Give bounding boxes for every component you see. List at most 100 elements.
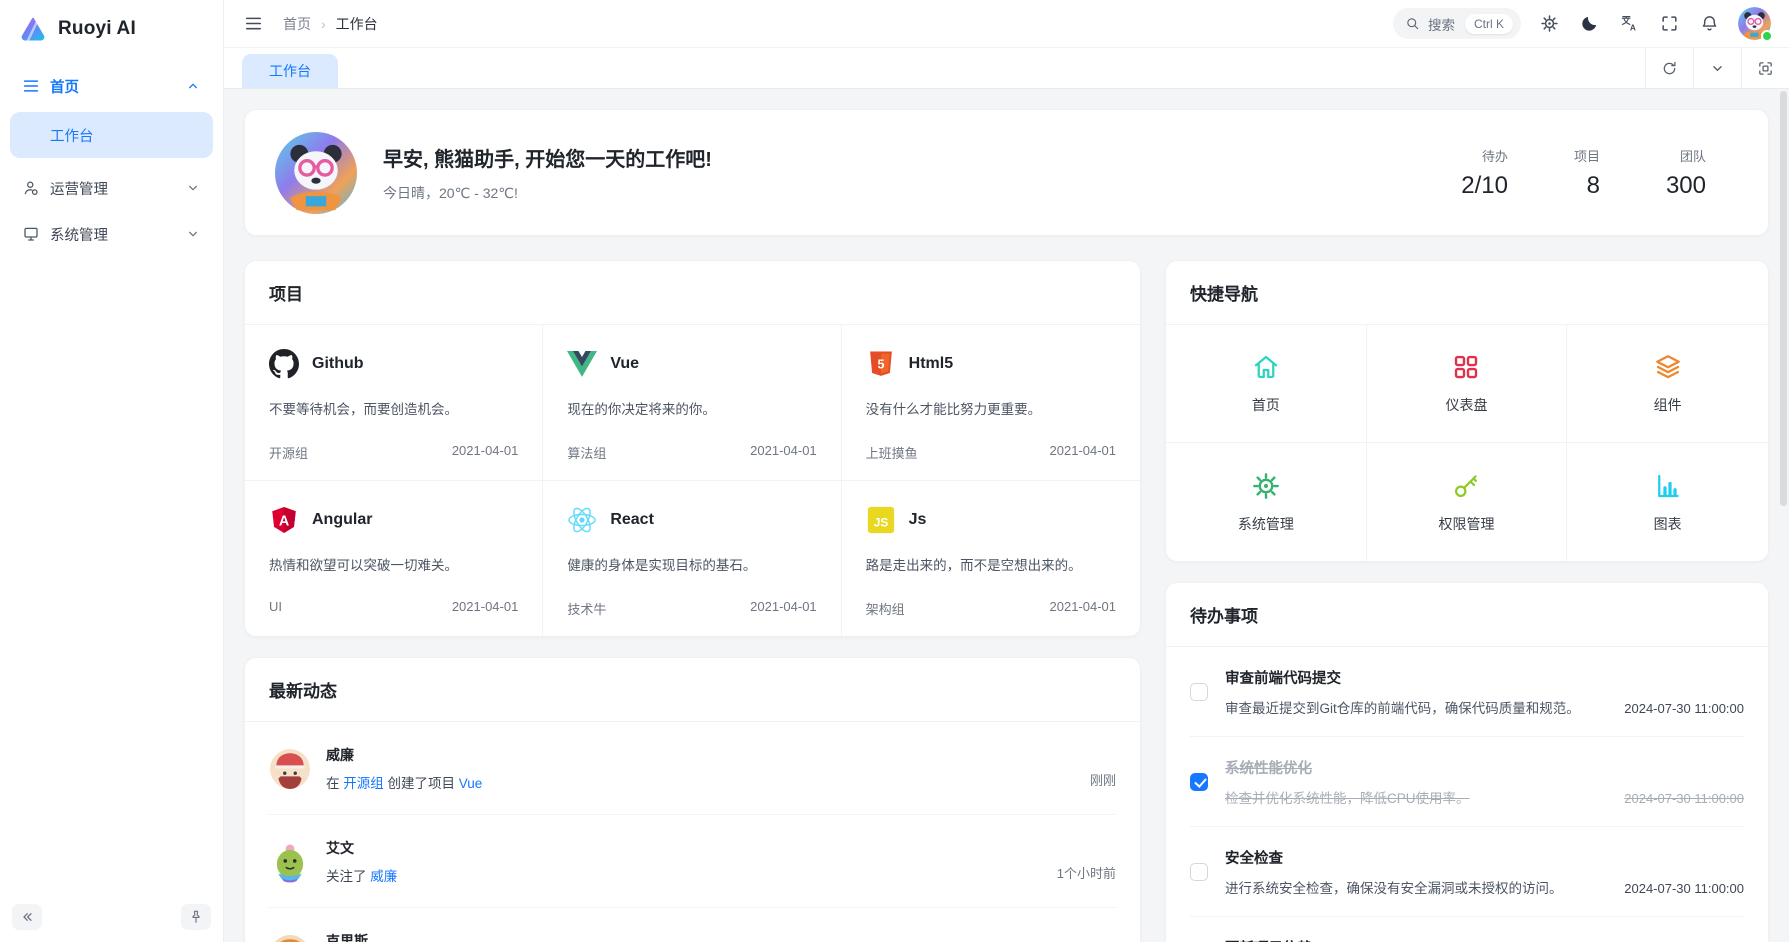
project-head: JSJs — [866, 505, 1116, 535]
todo-title: 更新项目依赖 — [1225, 937, 1744, 942]
todo-description: 进行系统安全检查，确保没有安全漏洞或未授权的访问。 — [1225, 877, 1563, 897]
main-area: 首页›工作台 搜索 Ctrl K 文A 工作台 — [224, 0, 1789, 942]
todo-checkbox[interactable] — [1190, 863, 1208, 881]
project-card-Angular[interactable]: AAngular热情和欲望可以突破一切难关。UI2021-04-01 — [245, 481, 543, 636]
project-card-Html5[interactable]: 5Html5没有什么才能比努力更重要。上班摸鱼2021-04-01 — [842, 325, 1140, 481]
project-card-React[interactable]: React健康的身体是实现目标的基石。技术牛2021-04-01 — [543, 481, 841, 636]
todo-body: 系统性能优化检查并优化系统性能，降低CPU使用率。2024-07-30 11:0… — [1225, 757, 1744, 807]
quicknav-label: 系统管理 — [1238, 514, 1294, 534]
user-icon — [22, 179, 40, 197]
todo-body: 更新项目依赖 — [1225, 937, 1744, 942]
breadcrumb-item-首页[interactable]: 首页 — [283, 14, 311, 34]
activity-link-威廉[interactable]: 威廉 — [370, 869, 397, 884]
project-head: 5 Html5 — [866, 349, 1116, 379]
stat-value: 300 — [1666, 172, 1706, 200]
quicknav-item-系统管理[interactable]: 系统管理 — [1166, 443, 1367, 561]
vue-icon — [567, 349, 597, 379]
activity-row-艾文: 艾文关注了 威廉1个小时前 — [245, 815, 1140, 908]
todo-row-安全检查: 安全检查进行系统安全检查，确保没有安全漏洞或未授权的访问。2024-07-30 … — [1166, 827, 1768, 917]
user-avatar[interactable] — [1738, 7, 1771, 40]
stat-项目: 项目8 — [1574, 146, 1600, 200]
todo-list: 审查前端代码提交审查最近提交到Git仓库的前端代码，确保代码质量和规范。2024… — [1166, 647, 1768, 942]
project-group: 算法组 — [567, 443, 606, 462]
menu-toggle-icon[interactable] — [242, 12, 265, 35]
project-group: 开源组 — [269, 443, 308, 462]
todo-subline: 检查并优化系统性能，降低CPU使用率。2024-07-30 11:00:00 — [1225, 787, 1744, 807]
sidebar-menu: 首页工作台运营管理系统管理 — [10, 64, 213, 256]
activity-link-开源组[interactable]: 开源组 — [343, 776, 384, 791]
todo-card: 待办事项 审查前端代码提交审查最近提交到Git仓库的前端代码，确保代码质量和规范… — [1165, 582, 1769, 942]
collapse-sidebar-button[interactable] — [12, 904, 42, 930]
project-group: UI — [269, 599, 282, 614]
maximize-content-icon[interactable] — [1741, 48, 1789, 88]
activity-link-Vue[interactable]: Vue — [459, 776, 483, 791]
todo-body: 安全检查进行系统安全检查，确保没有安全漏洞或未授权的访问。2024-07-30 … — [1225, 847, 1744, 897]
svg-text:A: A — [1630, 23, 1636, 33]
quicknav-card: 快捷导航 首页仪表盘组件系统管理 权限管理图表 — [1165, 260, 1769, 562]
fullscreen-icon[interactable] — [1658, 12, 1681, 35]
project-date: 2021-04-01 — [1050, 443, 1117, 462]
welcome-card: 早安, 熊猫助手, 开始您一天的工作吧! 今日晴，20℃ - 32℃! 待办2/… — [244, 109, 1769, 236]
project-group: 架构组 — [866, 599, 905, 618]
app-logo[interactable]: Ruoyi AI — [10, 0, 213, 58]
project-card-Vue[interactable]: Vue现在的你决定将来的你。算法组2021-04-01 — [543, 325, 841, 481]
project-card-Github[interactable]: Github不要等待机会，而要创造机会。开源组2021-04-01 — [245, 325, 543, 481]
home-icon — [1251, 352, 1281, 382]
search-input[interactable]: 搜索 Ctrl K — [1393, 8, 1521, 39]
project-description: 路是走出来的，而不是空想出来的。 — [866, 554, 1116, 574]
breadcrumb-item-工作台[interactable]: 工作台 — [336, 14, 378, 34]
chevron-down-icon[interactable] — [1693, 48, 1741, 88]
activity-text: 在 开源组 创建了项目 Vue — [326, 772, 482, 792]
todo-checkbox[interactable] — [1190, 683, 1208, 701]
stat-label: 团队 — [1666, 146, 1706, 165]
refresh-icon[interactable] — [1645, 48, 1693, 88]
sidebar-item-label: 运营管理 — [50, 178, 108, 199]
quicknav-item-首页[interactable]: 首页 — [1166, 325, 1367, 443]
menu-icon — [22, 77, 40, 95]
search-shortcut-badge: Ctrl K — [1465, 14, 1513, 34]
sidebar-item-label: 首页 — [50, 76, 79, 97]
todo-checkbox-checked[interactable] — [1190, 773, 1208, 791]
activity-row-克里斯: 克里斯发布了 个人动态1天前 — [245, 908, 1140, 942]
tab-workbench[interactable]: 工作台 — [242, 54, 338, 88]
settings-icon[interactable] — [1538, 12, 1561, 35]
project-name: Html5 — [909, 355, 953, 373]
avatar-william-icon — [269, 748, 311, 790]
activity-time: 刚刚 — [1090, 770, 1116, 792]
sidebar-item-运营管理[interactable]: 运营管理 — [10, 166, 213, 210]
search-placeholder: 搜索 — [1428, 14, 1455, 34]
quicknav-item-组件[interactable]: 组件 — [1567, 325, 1768, 443]
notification-bell-icon[interactable] — [1698, 12, 1721, 35]
project-head: React — [567, 505, 816, 535]
html5-icon: 5 — [866, 349, 896, 379]
sidebar-subitem-label: 工作台 — [50, 125, 94, 146]
chevron-down-icon — [185, 226, 201, 242]
sidebar-subitem-工作台[interactable]: 工作台 — [10, 112, 213, 158]
scrollbar-thumb[interactable] — [1780, 91, 1787, 506]
project-name: Angular — [312, 511, 372, 529]
layers-icon — [1653, 352, 1683, 382]
project-name: Js — [909, 511, 927, 529]
project-description: 热情和欲望可以突破一切难关。 — [269, 554, 518, 574]
quicknav-item-仪表盘[interactable]: 仪表盘 — [1367, 325, 1568, 443]
quicknav-item-图表[interactable]: 图表 — [1567, 443, 1768, 561]
sidebar-item-首页[interactable]: 首页 — [10, 64, 213, 108]
project-card-Js[interactable]: JSJs路是走出来的，而不是空想出来的。架构组2021-04-01 — [842, 481, 1140, 636]
todo-time: 2024-07-30 11:00:00 — [1624, 791, 1744, 806]
quicknav-item-权限管理[interactable]: 权限管理 — [1367, 443, 1568, 561]
greeting-title: 早安, 熊猫助手, 开始您一天的工作吧! — [383, 143, 712, 172]
topbar-actions: 搜索 Ctrl K 文A — [1393, 7, 1771, 40]
dark-mode-moon-icon[interactable] — [1578, 12, 1601, 35]
language-translate-icon[interactable]: 文A — [1618, 12, 1641, 35]
project-date: 2021-04-01 — [750, 599, 817, 618]
app-window: Ruoyi AI 首页工作台运营管理系统管理 首页›工作台 搜索 Ctrl K … — [0, 0, 1789, 942]
svg-text:A: A — [279, 513, 289, 529]
todo-time: 2024-07-30 11:00:00 — [1624, 701, 1744, 716]
quicknav-card-title: 快捷导航 — [1166, 261, 1768, 325]
project-head: A Angular — [269, 505, 518, 535]
activity-user-name: 克里斯 — [326, 931, 424, 942]
activity-time: 1个小时前 — [1057, 863, 1116, 885]
pin-sidebar-button[interactable] — [181, 904, 211, 930]
sidebar-item-系统管理[interactable]: 系统管理 — [10, 212, 213, 256]
dashboard-icon — [1451, 352, 1481, 382]
